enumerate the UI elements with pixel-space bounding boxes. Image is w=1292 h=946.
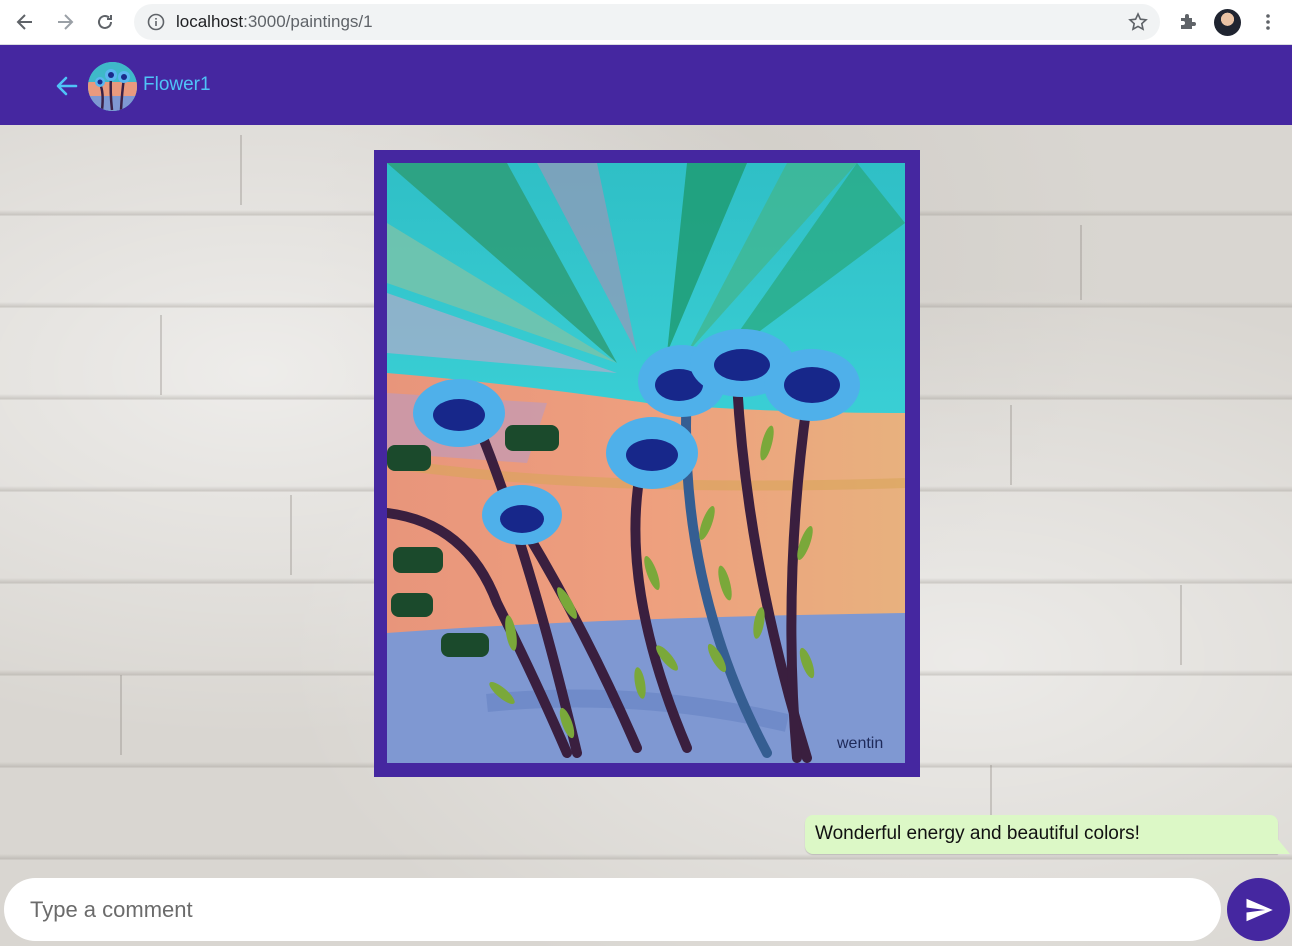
- reload-icon: [98, 14, 112, 29]
- painting-thumbnail: [88, 62, 137, 111]
- star-icon[interactable]: [1128, 12, 1148, 32]
- arrow-right-icon: [58, 14, 74, 30]
- page-title: Flower1: [143, 74, 211, 95]
- address-bar[interactable]: localhost:3000/paintings/1: [134, 4, 1160, 40]
- browser-back-button[interactable]: [9, 6, 41, 38]
- arrow-left-icon: [16, 14, 32, 30]
- browser-reload-button[interactable]: [89, 6, 121, 38]
- painting-frame: wentin: [374, 150, 920, 777]
- comment-input[interactable]: [4, 878, 1221, 941]
- browser-toolbar: localhost:3000/paintings/1: [0, 0, 1292, 45]
- painting-image: wentin: [387, 163, 905, 763]
- extensions-button[interactable]: [1172, 6, 1204, 38]
- send-button[interactable]: [1227, 878, 1290, 941]
- url-host: localhost: [176, 12, 244, 31]
- comment-bubble-tail: [1276, 837, 1290, 854]
- arrow-left-icon[interactable]: [54, 73, 80, 99]
- painting-signature: wentin: [836, 735, 883, 752]
- comment-bubble: Wonderful energy and beautiful colors!: [805, 815, 1278, 854]
- info-icon[interactable]: [146, 12, 166, 32]
- avatar[interactable]: [1214, 9, 1241, 36]
- url-path: :3000/paintings/1: [243, 12, 373, 31]
- kebab-menu-icon: [1266, 14, 1270, 30]
- puzzle-icon: [1181, 14, 1196, 29]
- browser-menu-button[interactable]: [1252, 6, 1284, 38]
- send-icon: [1246, 898, 1273, 921]
- comment-text: Wonderful energy and beautiful colors!: [815, 823, 1140, 844]
- browser-forward-button[interactable]: [49, 6, 81, 38]
- url-text: localhost:3000/paintings/1: [176, 12, 373, 32]
